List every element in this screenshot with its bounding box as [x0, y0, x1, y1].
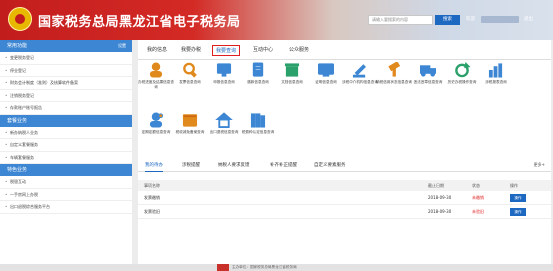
search-input[interactable]: 请输入要搜索的内容 [368, 15, 433, 25]
sidebar-item[interactable]: 注销税务登记 [0, 90, 132, 102]
document-icon [249, 62, 267, 78]
query-item[interactable]: 证明信息查询 [308, 62, 344, 85]
tab-my-info[interactable]: 我的信息 [144, 45, 170, 56]
query-item[interactable]: 涉税报表查询 [478, 62, 514, 85]
subtab-tax-reminder[interactable]: 涉税提醒 [182, 162, 200, 168]
query-item-label: 申报信息查询 [213, 80, 235, 84]
query-item[interactable]: 发票信息查询 [172, 62, 208, 85]
sidebar-item[interactable]: 自定义套餐服务 [0, 139, 132, 152]
query-item-label: 发票信息查询 [179, 80, 201, 84]
footer-text: 主办单位：国家税务总局黑龙江省税务局 [232, 265, 297, 269]
sidebar-item[interactable]: 变更税务登记 [0, 52, 132, 65]
settings-link[interactable]: 设置 [118, 40, 126, 52]
main-panel: 我的信息 我要办税 我要查询 互动中心 公众服务 办税进度及结果信息查询 发票信息… [138, 40, 551, 264]
sidebar-item[interactable]: 车辆套餐服务 [0, 152, 132, 164]
subtab-feedback[interactable]: 纳税人要求反馈 [218, 162, 250, 168]
tab-do-tax[interactable]: 我要办税 [178, 45, 204, 56]
query-item-label: 历史办税操作查询 [447, 80, 477, 84]
house-icon [215, 112, 233, 128]
query-item-label: 纳税信用状态信息查询 [376, 80, 412, 84]
table-row: 发票缴销 2018-09-30 未缴销 操作 [138, 191, 551, 205]
footer: 主办单位：国家税务总局黑龙江省税务局 [0, 264, 553, 271]
sidebar-section-special[interactable]: 特色业务 [0, 164, 132, 176]
query-item-label: 定期定额信息查询 [141, 130, 171, 134]
hammer-icon [385, 61, 403, 78]
tab-query[interactable]: 我要查询 [212, 45, 241, 56]
subtab-my-todo[interactable]: 我的待办 [145, 162, 163, 172]
tax-emblem-icon [217, 264, 229, 271]
subtab-correction[interactable]: 补齐补正提醒 [270, 162, 297, 168]
calendar-icon [181, 112, 199, 128]
query-item[interactable]: 申报信息查询 [206, 62, 242, 85]
query-item[interactable]: 税费种认定信息查询 [240, 112, 276, 135]
bar-chart-icon [487, 62, 505, 78]
query-item-label: 办税进度及结果信息查询 [138, 80, 174, 89]
more-link[interactable]: 更多+ [534, 162, 545, 168]
truck-icon [419, 62, 437, 78]
sidebar-section-packages[interactable]: 套餐业务 [0, 114, 132, 127]
query-item[interactable]: 缴款信息查询 [240, 62, 276, 85]
logout-link[interactable]: 退出 [524, 16, 533, 22]
header: 国家税务总局黑龙江省电子税务局 请输入要搜索的内容 搜索 欢迎 退出 [0, 0, 553, 40]
query-item-label: 税费种认定信息查询 [241, 130, 275, 134]
tax-emblem-icon [8, 7, 32, 31]
status-badge: 未验旧 [472, 209, 484, 214]
query-item-label: 税收减免备案查询 [175, 130, 205, 134]
monitor-icon [215, 62, 233, 78]
todo-tabs: 我的待办 涉税提醒 纳税人要求反馈 补齐补正提醒 自定义要素服务 更多+ [138, 160, 551, 172]
gavel-icon [351, 62, 369, 78]
query-item[interactable]: 违法违章信息查询 [410, 62, 446, 85]
query-item-label: 违法违章信息查询 [413, 80, 443, 84]
query-item[interactable]: 历史办税操作查询 [444, 61, 480, 85]
tab-interaction[interactable]: 互动中心 [250, 45, 276, 56]
query-item[interactable]: 税收减免备案查询 [172, 112, 208, 135]
query-item-label: 缴款信息查询 [247, 80, 269, 84]
sidebar-item[interactable]: 新办纳税人业务 [0, 127, 132, 139]
search-icon [181, 62, 199, 78]
welcome-text: 欢迎 [466, 17, 475, 22]
query-item-label: 涉税中介机构信息查询 [342, 80, 378, 84]
table-row: 发票验旧 2018-09-30 未验旧 操作 [138, 205, 551, 219]
screen-icon [317, 62, 335, 78]
sidebar-item[interactable]: 存款账户账号报告 [0, 102, 132, 115]
refresh-icon [453, 61, 471, 78]
operate-button[interactable]: 操作 [510, 194, 526, 202]
sidebar-section-common[interactable]: 常用功能 设置 [0, 40, 132, 52]
book-icon [283, 62, 301, 78]
query-item[interactable]: 纳税信用状态信息查询 [376, 61, 412, 85]
user-name [481, 16, 519, 23]
sidebar-item[interactable]: 停业登记 [0, 65, 132, 77]
query-item-label: 证明信息查询 [315, 80, 337, 84]
sidebar-item[interactable]: 一手房网上办税 [0, 189, 132, 201]
table-header: 事项名称 截止日期 状态 操作 [138, 180, 551, 191]
sidebar: 常用功能 设置 变更税务登记 停业登记 财务会计制度（准则）及核算软件备案 注销… [0, 40, 132, 264]
person-icon [147, 62, 165, 78]
site-title: 国家税务总局黑龙江省电子税务局 [38, 15, 241, 30]
main-tabs: 我的信息 我要办税 我要查询 互动中心 公众服务 [138, 40, 551, 60]
search-button[interactable]: 搜索 [435, 15, 460, 25]
query-item-label: 文档信息查询 [281, 80, 303, 84]
status-badge: 未缴销 [472, 195, 484, 200]
query-item-label: 涉税报表查询 [485, 80, 507, 84]
query-item[interactable]: 出口退税信息查询 [206, 112, 242, 135]
sidebar-item[interactable]: 财务会计制度（准则）及核算软件备案 [0, 77, 132, 90]
query-item[interactable]: 文档信息查询 [274, 62, 310, 85]
subtab-custom[interactable]: 自定义要素服务 [314, 162, 346, 168]
query-item[interactable]: 涉税中介机构信息查询 [342, 62, 378, 85]
sidebar-item[interactable]: 出口退税综合服务平台 [0, 201, 132, 214]
query-item-label: 出口退税信息查询 [209, 130, 239, 134]
sidebar-item[interactable]: 税银互动 [0, 176, 132, 189]
query-item[interactable]: 定期定额信息查询 [138, 112, 174, 135]
person-star-icon [147, 112, 165, 128]
books-icon [249, 112, 267, 128]
query-item[interactable]: 办税进度及结果信息查询 [138, 62, 174, 89]
tab-public-service[interactable]: 公众服务 [286, 45, 312, 56]
operate-button[interactable]: 操作 [510, 208, 526, 216]
